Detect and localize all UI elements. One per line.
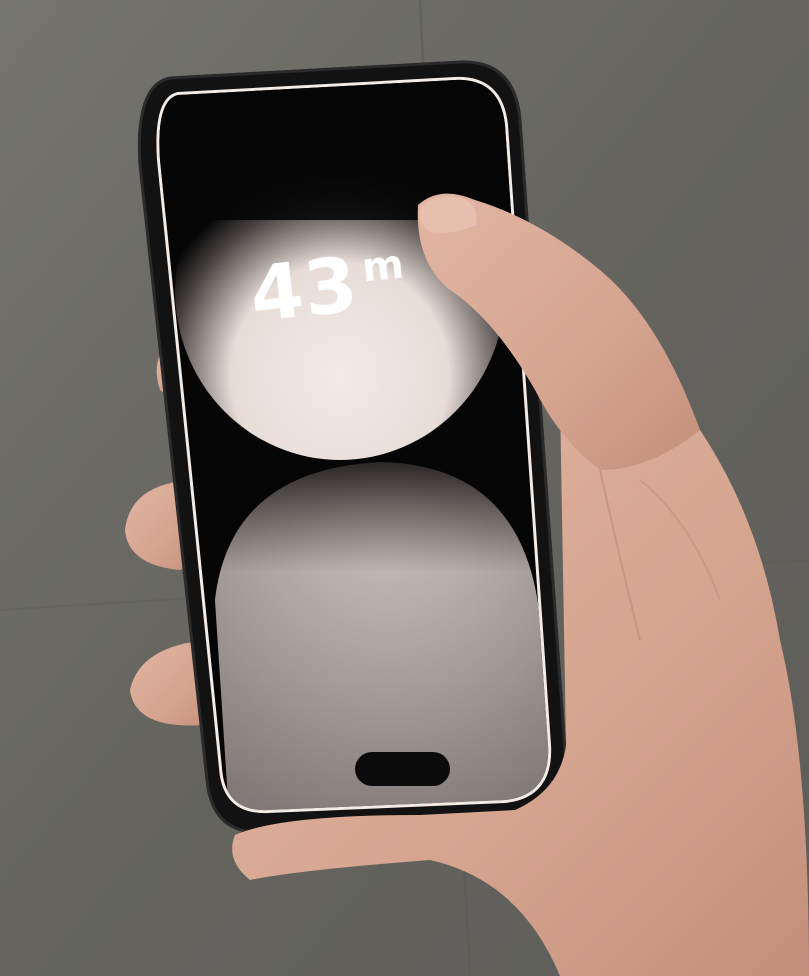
photo-scene (0, 0, 809, 976)
distance-value: 43 (245, 239, 363, 340)
distance-unit: m (359, 241, 406, 292)
thumbnail (419, 196, 477, 233)
dynamic-island-pill (355, 752, 450, 786)
